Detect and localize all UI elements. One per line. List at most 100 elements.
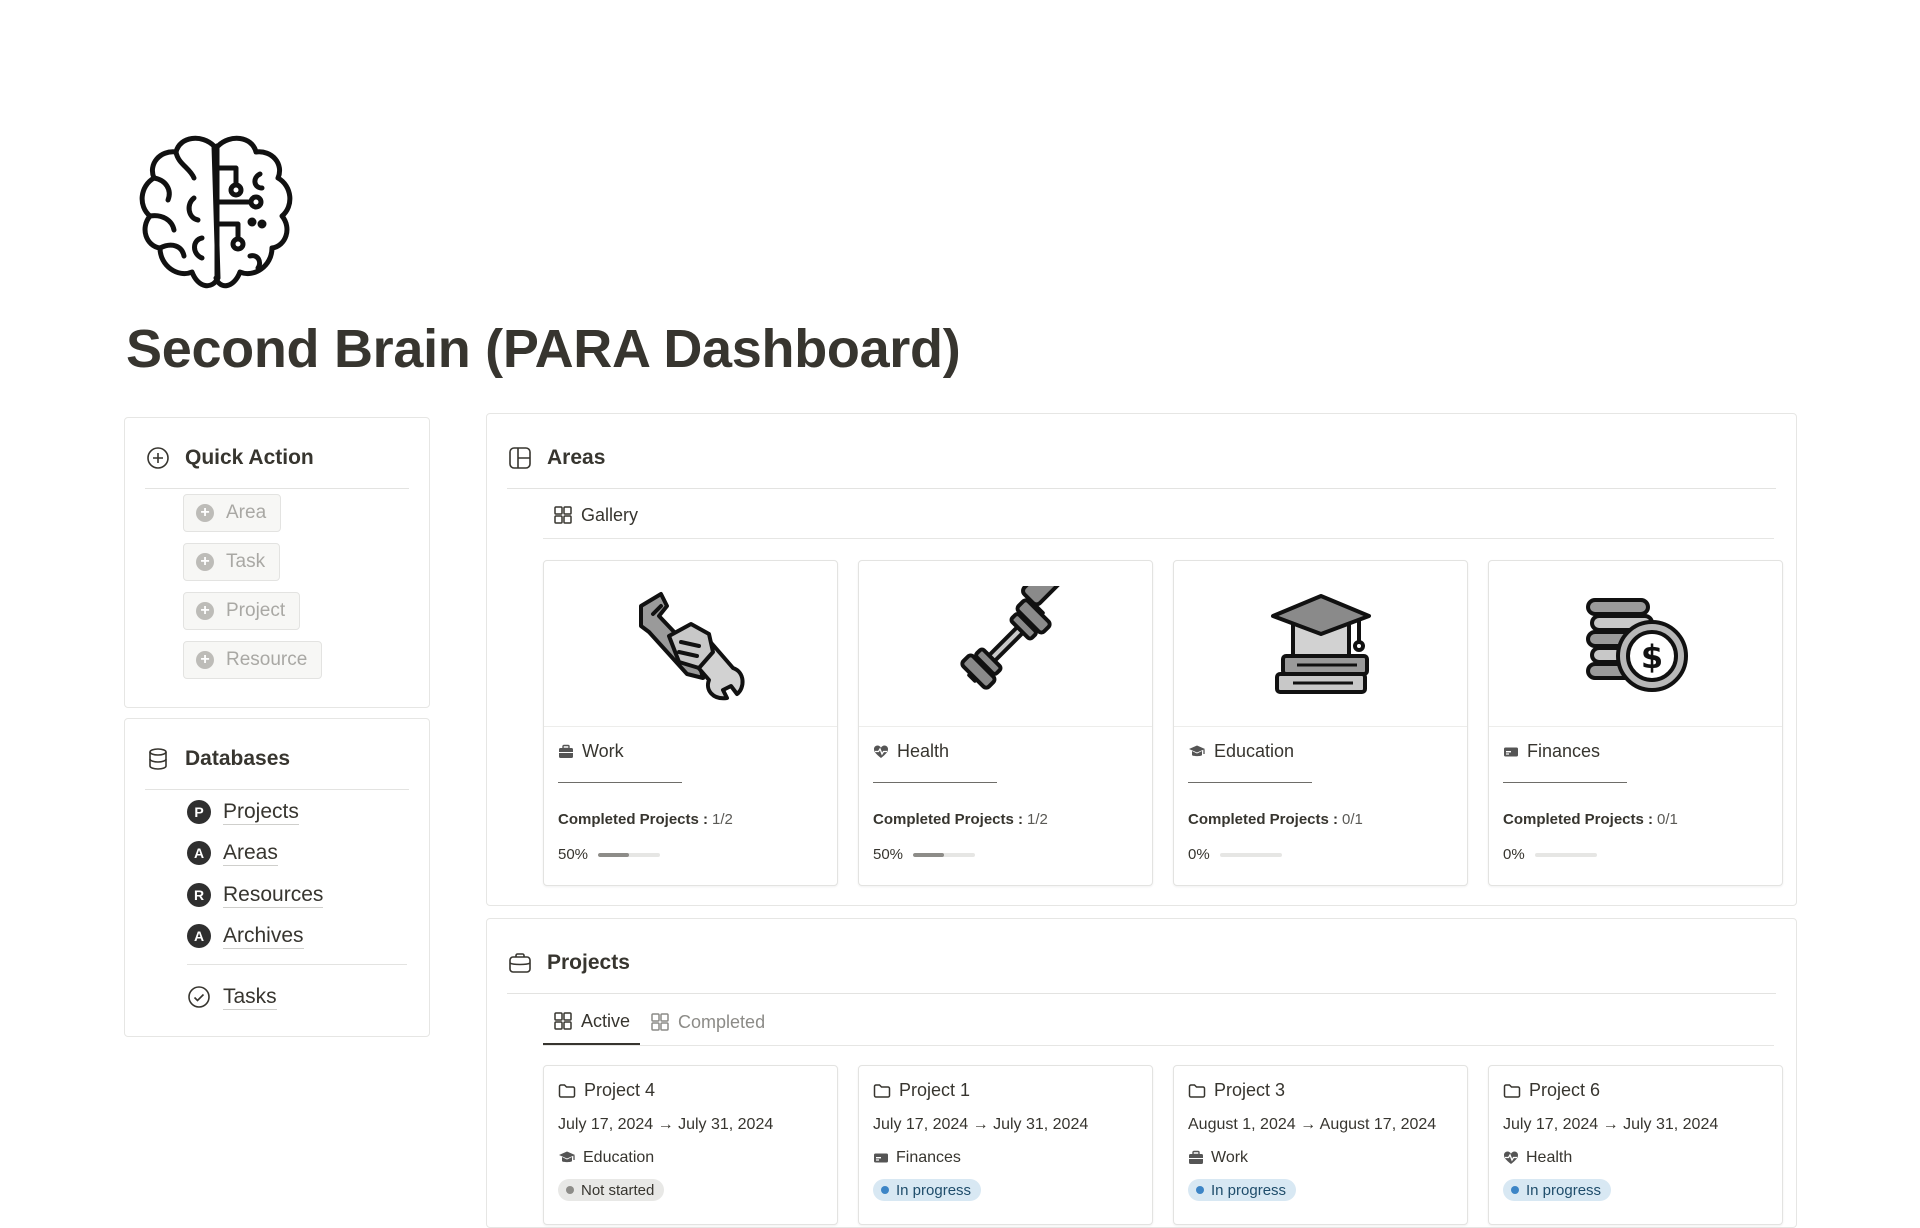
area-name: Health	[897, 741, 950, 761]
progress-fill	[598, 852, 630, 857]
status-dot-icon	[566, 1186, 574, 1194]
completed-label: Completed Projects :	[873, 811, 1024, 828]
area-card-education[interactable]: Education Completed Projects :0/1 0%	[1173, 560, 1468, 886]
progress-percent: 0%	[1503, 846, 1525, 863]
area-title: Work	[558, 741, 624, 762]
folder-icon	[558, 1083, 576, 1099]
tab-active-label: Active	[581, 1010, 631, 1031]
new-resource-label: Resource	[226, 649, 308, 670]
plus-circle-icon	[145, 445, 171, 471]
gallery-grid-icon	[650, 1012, 670, 1032]
area-cover	[859, 561, 1152, 727]
tab-completed-label: Completed	[678, 1011, 766, 1032]
quick-action-header: Quick Action	[145, 428, 409, 489]
areas-panel: Areas Gallery Work Completed Projects: …	[486, 413, 1797, 906]
dumbbell-icon	[959, 585, 1064, 690]
quick-action-panel: Quick Action + Area + Task + Project + R…	[124, 417, 430, 708]
area-progress: 0%	[1188, 846, 1282, 863]
graduation-cap-icon	[1188, 744, 1206, 760]
project-card-project-6[interactable]: Project 6 July 17, 2024 → July 31, 2024 …	[1488, 1065, 1783, 1225]
status-label: In progress	[1211, 1181, 1287, 1199]
projects-view-tabs: Active Completed	[543, 999, 1774, 1046]
tab-gallery[interactable]: Gallery	[543, 492, 648, 538]
project-area-name: Education	[583, 1149, 655, 1166]
briefcase-icon	[558, 744, 574, 760]
money-icon	[1503, 744, 1519, 760]
project-dates: July 17, 2024 → July 31, 2024	[558, 1116, 774, 1133]
new-area-label: Area	[226, 502, 267, 523]
project-card-project-1[interactable]: Project 1 July 17, 2024 → July 31, 2024 …	[858, 1065, 1153, 1225]
db-link-archives[interactable]: A Archives	[187, 921, 304, 951]
project-name: Project 1	[899, 1080, 971, 1100]
projects-title: Projects	[547, 951, 630, 974]
db-link-tasks[interactable]: Tasks	[187, 982, 277, 1012]
area-completed-projects: Completed Projects :0/1	[1188, 811, 1363, 828]
coins-icon: $	[1585, 597, 1688, 692]
project-area: Work	[1188, 1149, 1248, 1167]
new-task-button[interactable]: + Task	[183, 543, 281, 581]
status-label: In progress	[896, 1181, 972, 1199]
project-title: Project 3	[1188, 1080, 1285, 1101]
db-link-resources[interactable]: R Resources	[187, 880, 324, 910]
db-label-resources: Resources	[223, 882, 324, 908]
status-label: Not started	[581, 1181, 655, 1199]
area-card-work[interactable]: Work Completed Projects :1/2 50%	[543, 560, 838, 886]
new-area-button[interactable]: + Area	[183, 494, 282, 532]
project-name: Project 6	[1529, 1080, 1601, 1100]
progress-bar	[1219, 852, 1282, 857]
progress-percent: 0%	[1188, 846, 1210, 863]
graduation-books-icon	[1270, 593, 1371, 694]
area-completed-projects: Completed Projects :0/1	[1503, 811, 1678, 828]
area-name: Education	[1214, 741, 1295, 761]
folder-icon	[1503, 1083, 1521, 1099]
progress-fill	[913, 852, 945, 857]
areas-view-tabs: Gallery	[543, 492, 1774, 539]
tools-icon	[638, 591, 744, 700]
status-dot-icon	[1511, 1186, 1519, 1194]
status-badge: Not started	[558, 1179, 665, 1201]
db-link-areas[interactable]: A Areas	[187, 838, 278, 868]
tab-active[interactable]: Active	[543, 999, 641, 1045]
status-dot-icon	[1196, 1186, 1204, 1194]
projects-panel: Projects Active Completed Project 4 July…	[486, 918, 1797, 1228]
area-title: Health	[873, 741, 949, 762]
area-completed-projects: Completed Projects :1/2	[558, 811, 733, 828]
db-link-projects[interactable]: P Projects	[187, 797, 299, 827]
new-resource-button[interactable]: + Resource	[183, 641, 323, 679]
svg-text:$: $	[1640, 638, 1662, 676]
plus-icon: +	[196, 602, 214, 620]
project-area-name: Finances	[896, 1149, 961, 1166]
area-card-health[interactable]: Health Completed Projects :1/2 50%	[858, 560, 1153, 886]
progress-bar	[913, 852, 976, 857]
area-divider-line	[558, 782, 682, 783]
project-name: Project 4	[584, 1080, 656, 1100]
area-divider-line	[873, 782, 997, 783]
status-dot-icon	[881, 1186, 889, 1194]
tab-completed[interactable]: Completed	[640, 999, 775, 1045]
completed-label: Completed Projects :	[1188, 811, 1339, 828]
area-name: Work	[582, 741, 624, 761]
area-progress: 50%	[873, 846, 976, 863]
brain-circuit-icon	[139, 135, 293, 289]
db-label-tasks: Tasks	[223, 984, 277, 1010]
projects-badge-icon: P	[187, 800, 211, 824]
completed-value: 0/1	[1342, 811, 1363, 828]
status-badge: In progress	[1503, 1179, 1612, 1201]
progress-bar	[598, 852, 661, 857]
area-title: Education	[1188, 741, 1294, 762]
completed-value: 1/2	[712, 811, 733, 828]
areas-header: Areas	[507, 428, 1776, 489]
project-card-project-3[interactable]: Project 3 August 1, 2024 → August 17, 20…	[1173, 1065, 1468, 1225]
area-name: Finances	[1527, 741, 1601, 761]
project-card-project-4[interactable]: Project 4 July 17, 2024 → July 31, 2024 …	[543, 1065, 838, 1225]
new-project-button[interactable]: + Project	[183, 592, 301, 630]
project-area: Education	[558, 1149, 654, 1167]
status-label: In progress	[1526, 1181, 1602, 1199]
area-cover	[1174, 561, 1467, 727]
project-area-name: Work	[1211, 1149, 1249, 1166]
project-dates: July 17, 2024 → July 31, 2024	[1503, 1116, 1719, 1133]
heart-pulse-icon	[873, 744, 889, 760]
area-progress: 0%	[1503, 846, 1597, 863]
area-card-finances[interactable]: $ Finances Completed Projects :0/1 0%	[1488, 560, 1783, 886]
progress-bar	[1534, 852, 1597, 857]
